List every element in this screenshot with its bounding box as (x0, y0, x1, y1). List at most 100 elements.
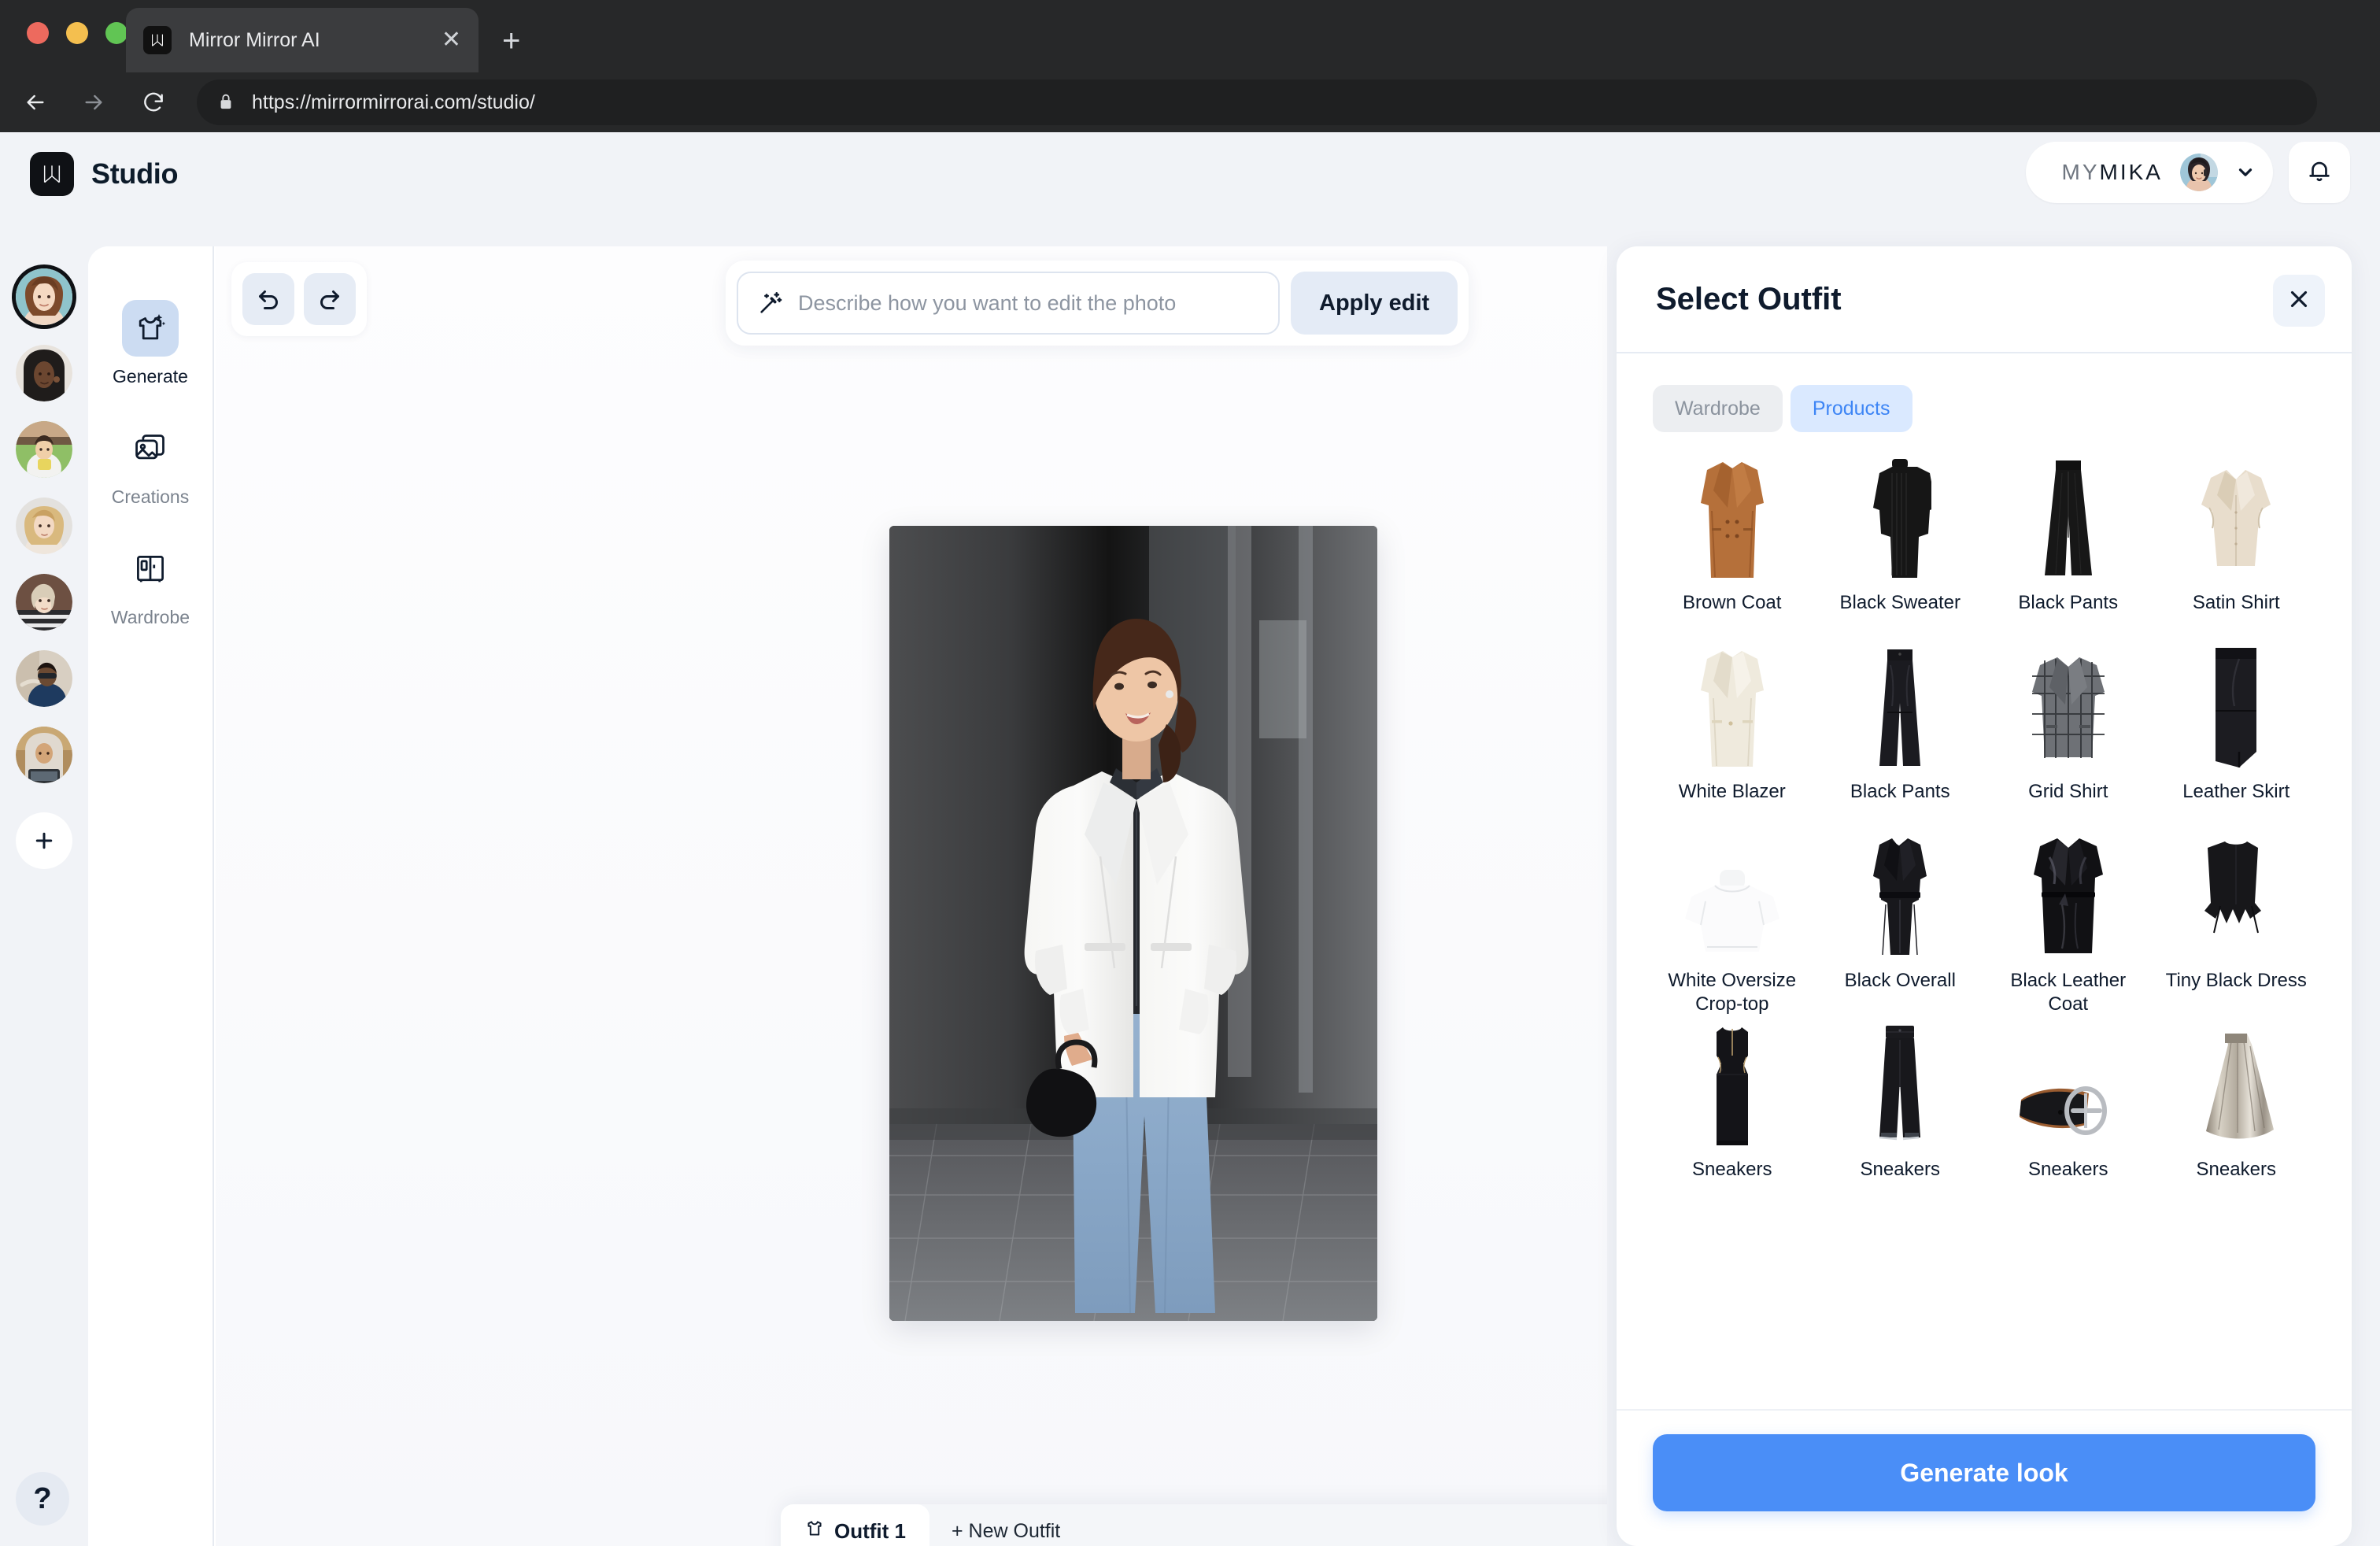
window-minimize-button[interactable] (66, 22, 88, 44)
close-panel-button[interactable] (2273, 275, 2325, 327)
model-avatar-4[interactable] (16, 497, 72, 554)
product-card-white-blazer[interactable]: White Blazer (1653, 638, 1812, 827)
tab-close-icon[interactable]: ✕ (442, 28, 461, 52)
undo-button[interactable] (242, 273, 294, 325)
mirror-mirror-favicon-icon (143, 26, 172, 54)
account-menu-button[interactable]: MYMIKA (2025, 142, 2273, 203)
magic-wand-icon (757, 290, 784, 316)
product-label: White Oversize Crop-top (1668, 970, 1797, 1015)
product-card-leather-skirt[interactable]: Leather Skirt (2157, 638, 2316, 827)
product-label: Black Pants (1850, 781, 1950, 802)
model-avatar-2[interactable] (16, 345, 72, 401)
window-close-button[interactable] (27, 22, 49, 44)
white-croptop-image (1653, 827, 1812, 960)
select-outfit-panel: Select Outfit Wardrobe Products Brown Co… (1617, 246, 2352, 1546)
sidebar-item-wardrobe[interactable]: Wardrobe (99, 541, 201, 628)
help-button[interactable]: ? (16, 1472, 69, 1526)
product-card-white-oversize-crop-top[interactable]: White Oversize Crop-top (1653, 827, 1812, 1016)
leather-skirt-image (2157, 638, 2316, 771)
prompt-bar: Apply edit (726, 261, 1469, 346)
new-tab-icon[interactable]: + (502, 25, 520, 57)
product-card-grid-shirt[interactable]: Grid Shirt (1989, 638, 2148, 827)
satin-shirt-image (2157, 449, 2316, 582)
outfit-tabs: Outfit 1 + New Outfit Inspire me (781, 1504, 1607, 1546)
product-label: Black Pants (2018, 592, 2119, 613)
product-card-black-leather-coat[interactable]: Black Leather Coat (1989, 827, 2148, 1016)
brand[interactable]: Studio (30, 151, 179, 196)
redo-button[interactable] (304, 273, 356, 325)
sidebar-item-creations[interactable]: Creations (99, 420, 201, 508)
apply-edit-button[interactable]: Apply edit (1291, 272, 1458, 335)
browser-tab[interactable]: Mirror Mirror AI ✕ (126, 8, 479, 72)
product-label: Sneakers (1860, 1159, 1940, 1180)
browser-back-icon[interactable] (14, 81, 57, 124)
main-card: Generate Creations Wardrobe Describe how… (88, 246, 1607, 1546)
window-maximize-button[interactable] (105, 22, 128, 44)
model-avatar-6[interactable] (16, 650, 72, 707)
black-leather-pants-image (1821, 638, 1980, 771)
header-right-cluster: MYMIKA (2025, 142, 2350, 203)
product-card-black-sweater[interactable]: Black Sweater (1821, 449, 1980, 638)
tab-outfit-1[interactable]: Outfit 1 (781, 1504, 929, 1546)
product-grid: Brown Coat Black Sweater Black Pants Sat… (1617, 432, 2352, 1409)
window-traffic-lights (27, 22, 128, 44)
browser-address-bar[interactable]: https://mirrormirrorai.com/studio/ (197, 80, 2317, 125)
model-avatar-7[interactable] (16, 727, 72, 783)
redo-icon (316, 283, 344, 316)
product-label: Leather Skirt (2182, 781, 2290, 802)
prompt-input-wrapper[interactable] (737, 272, 1280, 335)
product-label: Sneakers (2196, 1159, 2276, 1180)
leather-belt-image (1989, 1016, 2148, 1148)
panel-source-tabs: Wardrobe Products (1617, 353, 2352, 432)
account-name: MYMIKA (2062, 160, 2163, 185)
product-card-satin-shirt[interactable]: Satin Shirt (2157, 449, 2316, 638)
product-card-brown-coat[interactable]: Brown Coat (1653, 449, 1812, 638)
product-label: Black Overall (1844, 970, 1956, 991)
browser-forward-icon[interactable] (72, 81, 115, 124)
tab-wardrobe[interactable]: Wardrobe (1653, 385, 1783, 432)
product-card-black-pants-1[interactable]: Black Pants (1989, 449, 2148, 638)
product-card-sneakers-2[interactable]: Sneakers (1821, 1016, 1980, 1205)
model-avatar-3[interactable] (16, 421, 72, 478)
page-title: Studio (91, 157, 179, 190)
product-card-black-overall[interactable]: Black Overall (1821, 827, 1980, 1016)
black-sweater-image (1821, 449, 1980, 582)
product-card-tiny-black-dress[interactable]: Tiny Black Dress (2157, 827, 2316, 1016)
generate-look-button[interactable]: Generate look (1653, 1434, 2315, 1511)
sidebar-item-generate[interactable]: Generate (99, 300, 201, 387)
product-card-sneakers-1[interactable]: Sneakers (1653, 1016, 1812, 1205)
app-header: Studio MYMIKA (0, 132, 2380, 215)
panel-header: Select Outfit (1617, 246, 2352, 353)
product-label: Tiny Black Dress (2165, 970, 2307, 991)
black-jeans-image (1821, 1016, 1980, 1148)
question-mark-icon: ? (33, 1481, 52, 1515)
lock-icon (217, 92, 235, 113)
model-avatar-5[interactable] (16, 574, 72, 631)
studio-app: Studio MYMIKA ? Generate Creations Wardr… (0, 132, 2380, 1546)
avatar (2180, 153, 2218, 191)
black-cutout-dress-image (1653, 1016, 1812, 1148)
prompt-input[interactable] (798, 273, 1259, 333)
images-icon (122, 420, 179, 477)
product-label: Brown Coat (1683, 592, 1782, 613)
black-leather-coat-image (1989, 827, 2148, 960)
bell-icon (2306, 157, 2333, 188)
browser-reload-icon[interactable] (132, 81, 175, 124)
account-name-prefix: MY (2061, 160, 2100, 184)
black-wide-pants-image (1989, 449, 2148, 582)
tab-outfit-1-label: Outfit 1 (834, 1518, 906, 1543)
tab-products[interactable]: Products (1790, 385, 1913, 432)
product-card-black-pants-2[interactable]: Black Pants (1821, 638, 1980, 827)
browser-tab-title: Mirror Mirror AI (189, 28, 320, 51)
editor-canvas: Apply edit (216, 246, 1607, 1546)
generated-photo[interactable] (889, 526, 1377, 1321)
notifications-button[interactable] (2289, 142, 2350, 203)
model-avatar-rail (0, 215, 88, 1546)
grid-coat-image (1989, 638, 2148, 771)
model-avatar-1[interactable] (16, 268, 72, 325)
product-card-sneakers-3[interactable]: Sneakers (1989, 1016, 2148, 1205)
product-card-sneakers-4[interactable]: Sneakers (2157, 1016, 2316, 1205)
product-label: White Blazer (1678, 781, 1786, 802)
new-outfit-button[interactable]: + New Outfit (929, 1504, 1082, 1546)
add-model-button[interactable] (16, 812, 72, 869)
